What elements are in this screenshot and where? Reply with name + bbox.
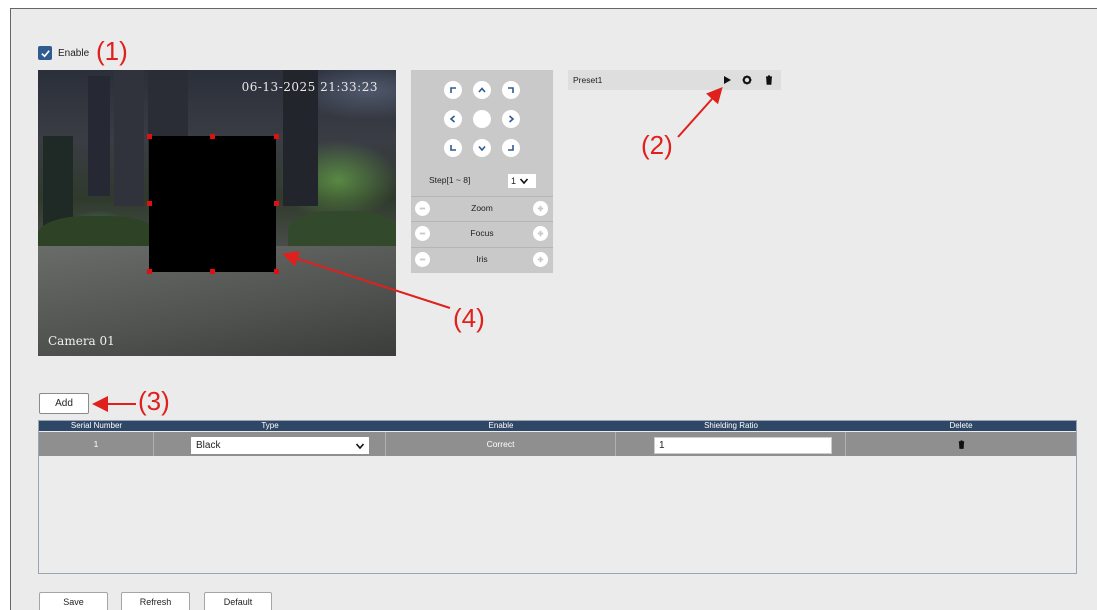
add-button[interactable]: Add [39, 393, 89, 414]
shielding-ratio-input[interactable]: 1 [654, 437, 832, 454]
up-right-icon[interactable] [502, 81, 520, 99]
step-value: 1 [511, 176, 517, 186]
enable-label: Enable [58, 47, 90, 59]
mask-handle[interactable] [274, 201, 279, 206]
down-left-icon[interactable] [444, 139, 462, 157]
mask-handle[interactable] [274, 134, 279, 139]
refresh-button[interactable]: Refresh [121, 592, 190, 610]
preset-item[interactable]: Preset1 [568, 70, 781, 90]
trash-icon[interactable] [764, 75, 774, 85]
chevron-down-icon [355, 442, 365, 449]
focus-plus-icon[interactable] [533, 226, 548, 241]
cell-delete [846, 432, 1076, 456]
preset-name: Preset1 [573, 75, 603, 85]
step-label: Step[1 ~ 8] [429, 175, 471, 185]
cell-ratio: 1 [616, 432, 846, 456]
privacy-mask-region[interactable] [149, 136, 276, 272]
header-shielding-ratio: Shielding Ratio [704, 421, 758, 430]
ptz-panel: Step[1 ~ 8] 1 Zoom Focus Iris [411, 70, 553, 273]
zoom-row: Zoom [411, 196, 553, 220]
zoom-label: Zoom [471, 203, 493, 213]
cell-enable[interactable]: Correct [386, 432, 616, 456]
table-row: 1 Black Correct 1 [39, 432, 1076, 456]
iris-label: Iris [476, 254, 488, 264]
iris-plus-icon[interactable] [533, 252, 548, 267]
cell-serial: 1 [39, 432, 154, 456]
save-button[interactable]: Save [39, 592, 108, 610]
enable-checkbox[interactable] [38, 46, 52, 60]
mask-handle[interactable] [147, 269, 152, 274]
gear-icon[interactable] [742, 75, 752, 85]
header-serial-number: Serial Number [70, 421, 123, 430]
type-value: Black [196, 440, 221, 451]
annotation-4: (4) [453, 303, 485, 333]
right-icon[interactable] [502, 110, 520, 128]
center-icon[interactable] [473, 110, 491, 128]
osd-timestamp: 06-13-2025 21:33:23 [241, 80, 378, 94]
video-preview[interactable]: 06-13-2025 21:33:23 Camera 01 [38, 70, 396, 356]
chevron-down-icon [519, 178, 529, 185]
mask-handle[interactable] [147, 134, 152, 139]
osd-camera-name: Camera 01 [48, 334, 115, 348]
trash-icon[interactable] [957, 439, 966, 449]
cell-type: Black [154, 432, 386, 456]
left-icon[interactable] [444, 110, 462, 128]
annotation-2: (2) [641, 130, 673, 160]
zoom-in-icon[interactable] [533, 201, 548, 216]
enable-row[interactable]: Enable [38, 46, 89, 60]
up-left-icon[interactable] [444, 81, 462, 99]
mask-handle[interactable] [210, 134, 215, 139]
mask-handle[interactable] [274, 269, 279, 274]
header-delete: Delete [949, 421, 973, 430]
up-icon[interactable] [473, 81, 491, 99]
building [88, 76, 110, 196]
mask-handle[interactable] [147, 201, 152, 206]
focus-label: Focus [470, 228, 494, 238]
step-select[interactable]: 1 [508, 174, 536, 188]
check-icon [40, 49, 50, 57]
iris-row: Iris [411, 247, 553, 271]
header-enable: Enable [488, 421, 514, 430]
header-type: Type [261, 421, 279, 430]
annotation-3: (3) [138, 386, 170, 416]
building [43, 136, 73, 226]
type-select[interactable]: Black [191, 437, 369, 454]
mask-table: Serial Number Type Enable Shielding Rati… [38, 420, 1077, 574]
default-button[interactable]: Default [204, 592, 272, 610]
annotation-1: (1) [96, 36, 128, 66]
focus-row: Focus [411, 221, 553, 245]
building [114, 70, 144, 206]
mask-handle[interactable] [210, 269, 215, 274]
down-right-icon[interactable] [502, 139, 520, 157]
play-icon[interactable] [722, 75, 732, 85]
down-icon[interactable] [473, 139, 491, 157]
table-header: Serial Number Type Enable Shielding Rati… [39, 421, 1076, 431]
